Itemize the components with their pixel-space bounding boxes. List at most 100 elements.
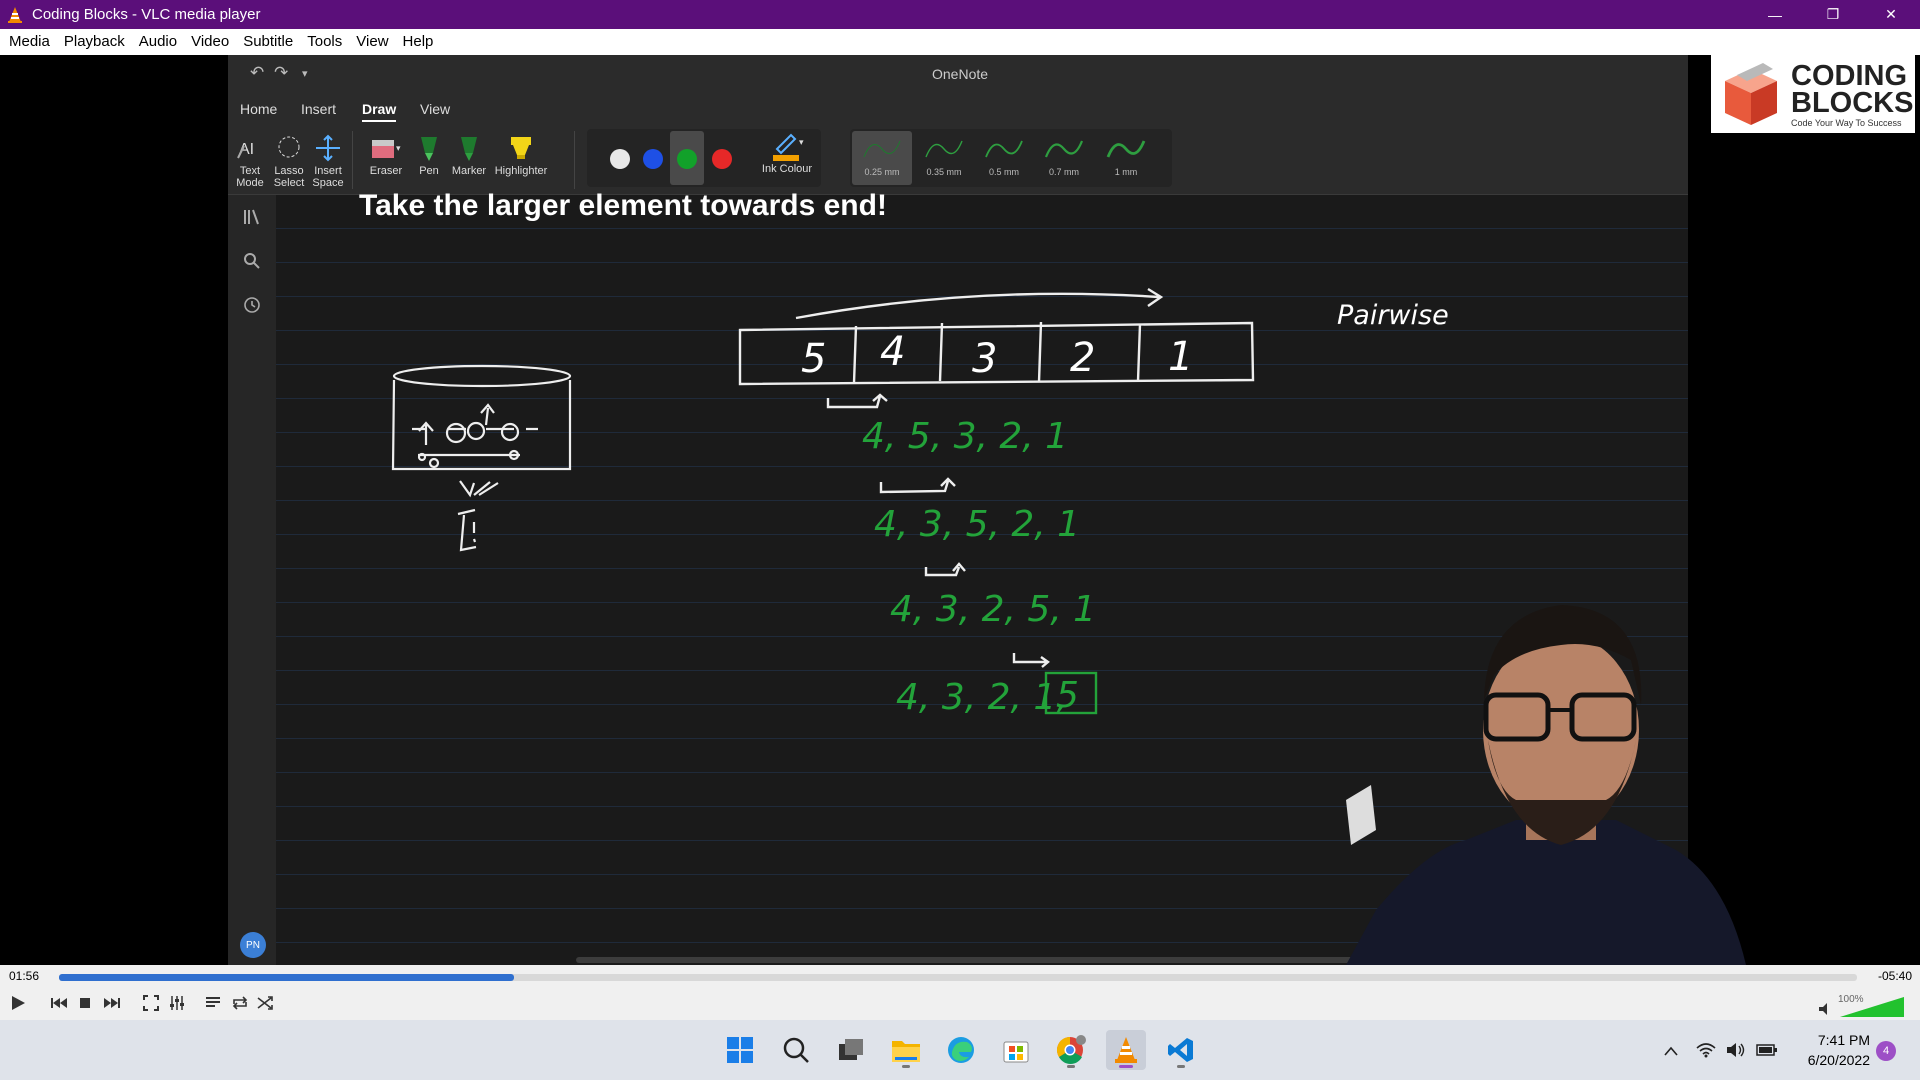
file-explorer-button[interactable]: [886, 1030, 926, 1070]
insert-space-tool: Insert Space: [308, 131, 348, 189]
lasso-select-label: Lasso Select: [273, 165, 305, 189]
equalizer-icon: [170, 996, 184, 1010]
chrome-button[interactable]: [1051, 1030, 1091, 1070]
tab-draw: Draw: [362, 101, 397, 122]
thickness-07: 0.7 mm: [1034, 131, 1094, 185]
seek-progress: [59, 974, 514, 981]
start-button[interactable]: [720, 1030, 760, 1070]
array-cell-4: 1: [1168, 334, 1193, 380]
stroke-sample-icon: [863, 140, 901, 158]
volume-icon[interactable]: [1726, 1042, 1746, 1058]
edge-button[interactable]: [941, 1030, 981, 1070]
previous-button[interactable]: [46, 992, 72, 1014]
menu-view[interactable]: View: [349, 29, 395, 55]
video-frame[interactable]: ↶ ↷ ▾ OneNote Home Insert Draw View AI T…: [0, 55, 1920, 965]
insert-space-icon: [316, 134, 340, 162]
marker-label: Marker: [451, 165, 487, 177]
stroke-sample-icon: [1106, 140, 1146, 158]
array-cell-0: 5: [801, 336, 826, 382]
insert-space-label: Insert Space: [312, 165, 344, 189]
svg-text:▾: ▾: [396, 143, 401, 153]
chevron-up-icon[interactable]: [1664, 1046, 1678, 1056]
text-mode-icon: AI: [237, 141, 254, 159]
stroke-sample-icon: [925, 140, 963, 158]
redo-icon: ↷: [274, 63, 289, 82]
menu-bar: Media Playback Audio Video Subtitle Tool…: [0, 29, 1920, 55]
vlc-taskbar-button[interactable]: [1106, 1030, 1146, 1070]
edge-icon: [948, 1037, 974, 1063]
computer-sketch: [391, 364, 572, 552]
thickness-label: 0.25 mm: [864, 167, 900, 177]
fullscreen-icon: [143, 995, 159, 1011]
taskbar: 7:41 PM 6/20/2022 4: [0, 1020, 1920, 1080]
seek-bar[interactable]: [59, 974, 1857, 981]
ink-colour-tool: ▾ Ink Colour: [759, 129, 815, 175]
menu-subtitle[interactable]: Subtitle: [236, 29, 300, 55]
shuffle-button[interactable]: [253, 992, 279, 1014]
menu-media[interactable]: Media: [2, 29, 57, 55]
color-swatch-blue: [643, 149, 663, 169]
stroke-sample-icon: [1044, 140, 1084, 158]
color-swatch-red: [712, 149, 732, 169]
pen-label: Pen: [419, 165, 439, 177]
logo-tagline: Code Your Way To Success: [1791, 118, 1902, 128]
step-2: 4, 3, 5, 2, 1: [874, 504, 1080, 545]
vscode-button[interactable]: [1161, 1030, 1201, 1070]
thickness-025: 0.25 mm: [852, 131, 912, 185]
minimize-button[interactable]: —: [1746, 0, 1804, 29]
tab-insert: Insert: [301, 101, 337, 117]
menu-playback[interactable]: Playback: [57, 29, 132, 55]
stop-button[interactable]: [72, 992, 98, 1014]
stop-icon: [80, 998, 90, 1008]
play-button[interactable]: [5, 992, 31, 1014]
chrome-icon: [1056, 1035, 1086, 1064]
extended-settings-button[interactable]: [164, 992, 190, 1014]
wifi-icon[interactable]: [1696, 1042, 1716, 1058]
onenote-tabs: Home Insert Draw View: [228, 91, 1688, 125]
player-controls: 01:56 -05:40 100%: [0, 965, 1920, 1020]
logo-title-line1: CODING: [1791, 60, 1907, 92]
store-button[interactable]: [996, 1030, 1036, 1070]
step-3: 4, 3, 2, 5, 1: [890, 589, 1096, 630]
volume-level: [1840, 997, 1904, 1017]
marker-tool: Marker: [450, 131, 488, 177]
remaining-time[interactable]: -05:40: [1878, 969, 1912, 983]
task-view-button[interactable]: [831, 1030, 871, 1070]
pen-tool: Pen: [412, 131, 446, 177]
svg-text:▾: ▾: [799, 137, 804, 147]
search-button[interactable]: [776, 1030, 816, 1070]
loop-icon: [232, 996, 248, 1010]
eraser-label: Eraser: [369, 165, 403, 177]
pen-icon: [421, 137, 437, 161]
volume-slider[interactable]: [1840, 995, 1908, 1017]
text-mode-tool: AI Text Mode: [230, 131, 270, 189]
restore-button[interactable]: ❐: [1804, 0, 1862, 29]
tab-view: View: [420, 101, 451, 117]
array-cell-3: 2: [1070, 335, 1095, 381]
ink-colour-icon: ▾: [773, 133, 804, 161]
customize-icon: ▾: [302, 68, 308, 80]
step-1: 4, 5, 3, 2, 1: [862, 416, 1068, 457]
speaker-icon[interactable]: [1818, 1002, 1832, 1016]
search-icon: [244, 253, 260, 269]
loop-button[interactable]: [227, 992, 253, 1014]
elapsed-time: 01:56: [9, 969, 40, 983]
menu-video[interactable]: Video: [184, 29, 236, 55]
menu-audio[interactable]: Audio: [132, 29, 184, 55]
battery-icon[interactable]: [1756, 1042, 1778, 1058]
close-button[interactable]: ✕: [1862, 0, 1920, 29]
fullscreen-button[interactable]: [138, 992, 164, 1014]
heading-word-pairwise: Pairwise: [1337, 300, 1449, 331]
menu-help[interactable]: Help: [396, 29, 441, 55]
ink-color-palette: ▾ Ink Colour: [587, 129, 821, 187]
menu-tools[interactable]: Tools: [300, 29, 349, 55]
notification-badge[interactable]: 4: [1876, 1041, 1896, 1061]
lasso-icon: [278, 136, 300, 158]
logo-title-line2: BLOCKS: [1791, 87, 1914, 119]
clock[interactable]: 7:41 PM 6/20/2022: [1790, 1030, 1870, 1070]
next-button[interactable]: [99, 992, 125, 1014]
onenote-title: OneNote: [932, 66, 989, 82]
file-explorer-icon: [892, 1041, 920, 1062]
ink-colour-label: Ink Colour: [761, 163, 813, 175]
playlist-button[interactable]: [200, 992, 226, 1014]
